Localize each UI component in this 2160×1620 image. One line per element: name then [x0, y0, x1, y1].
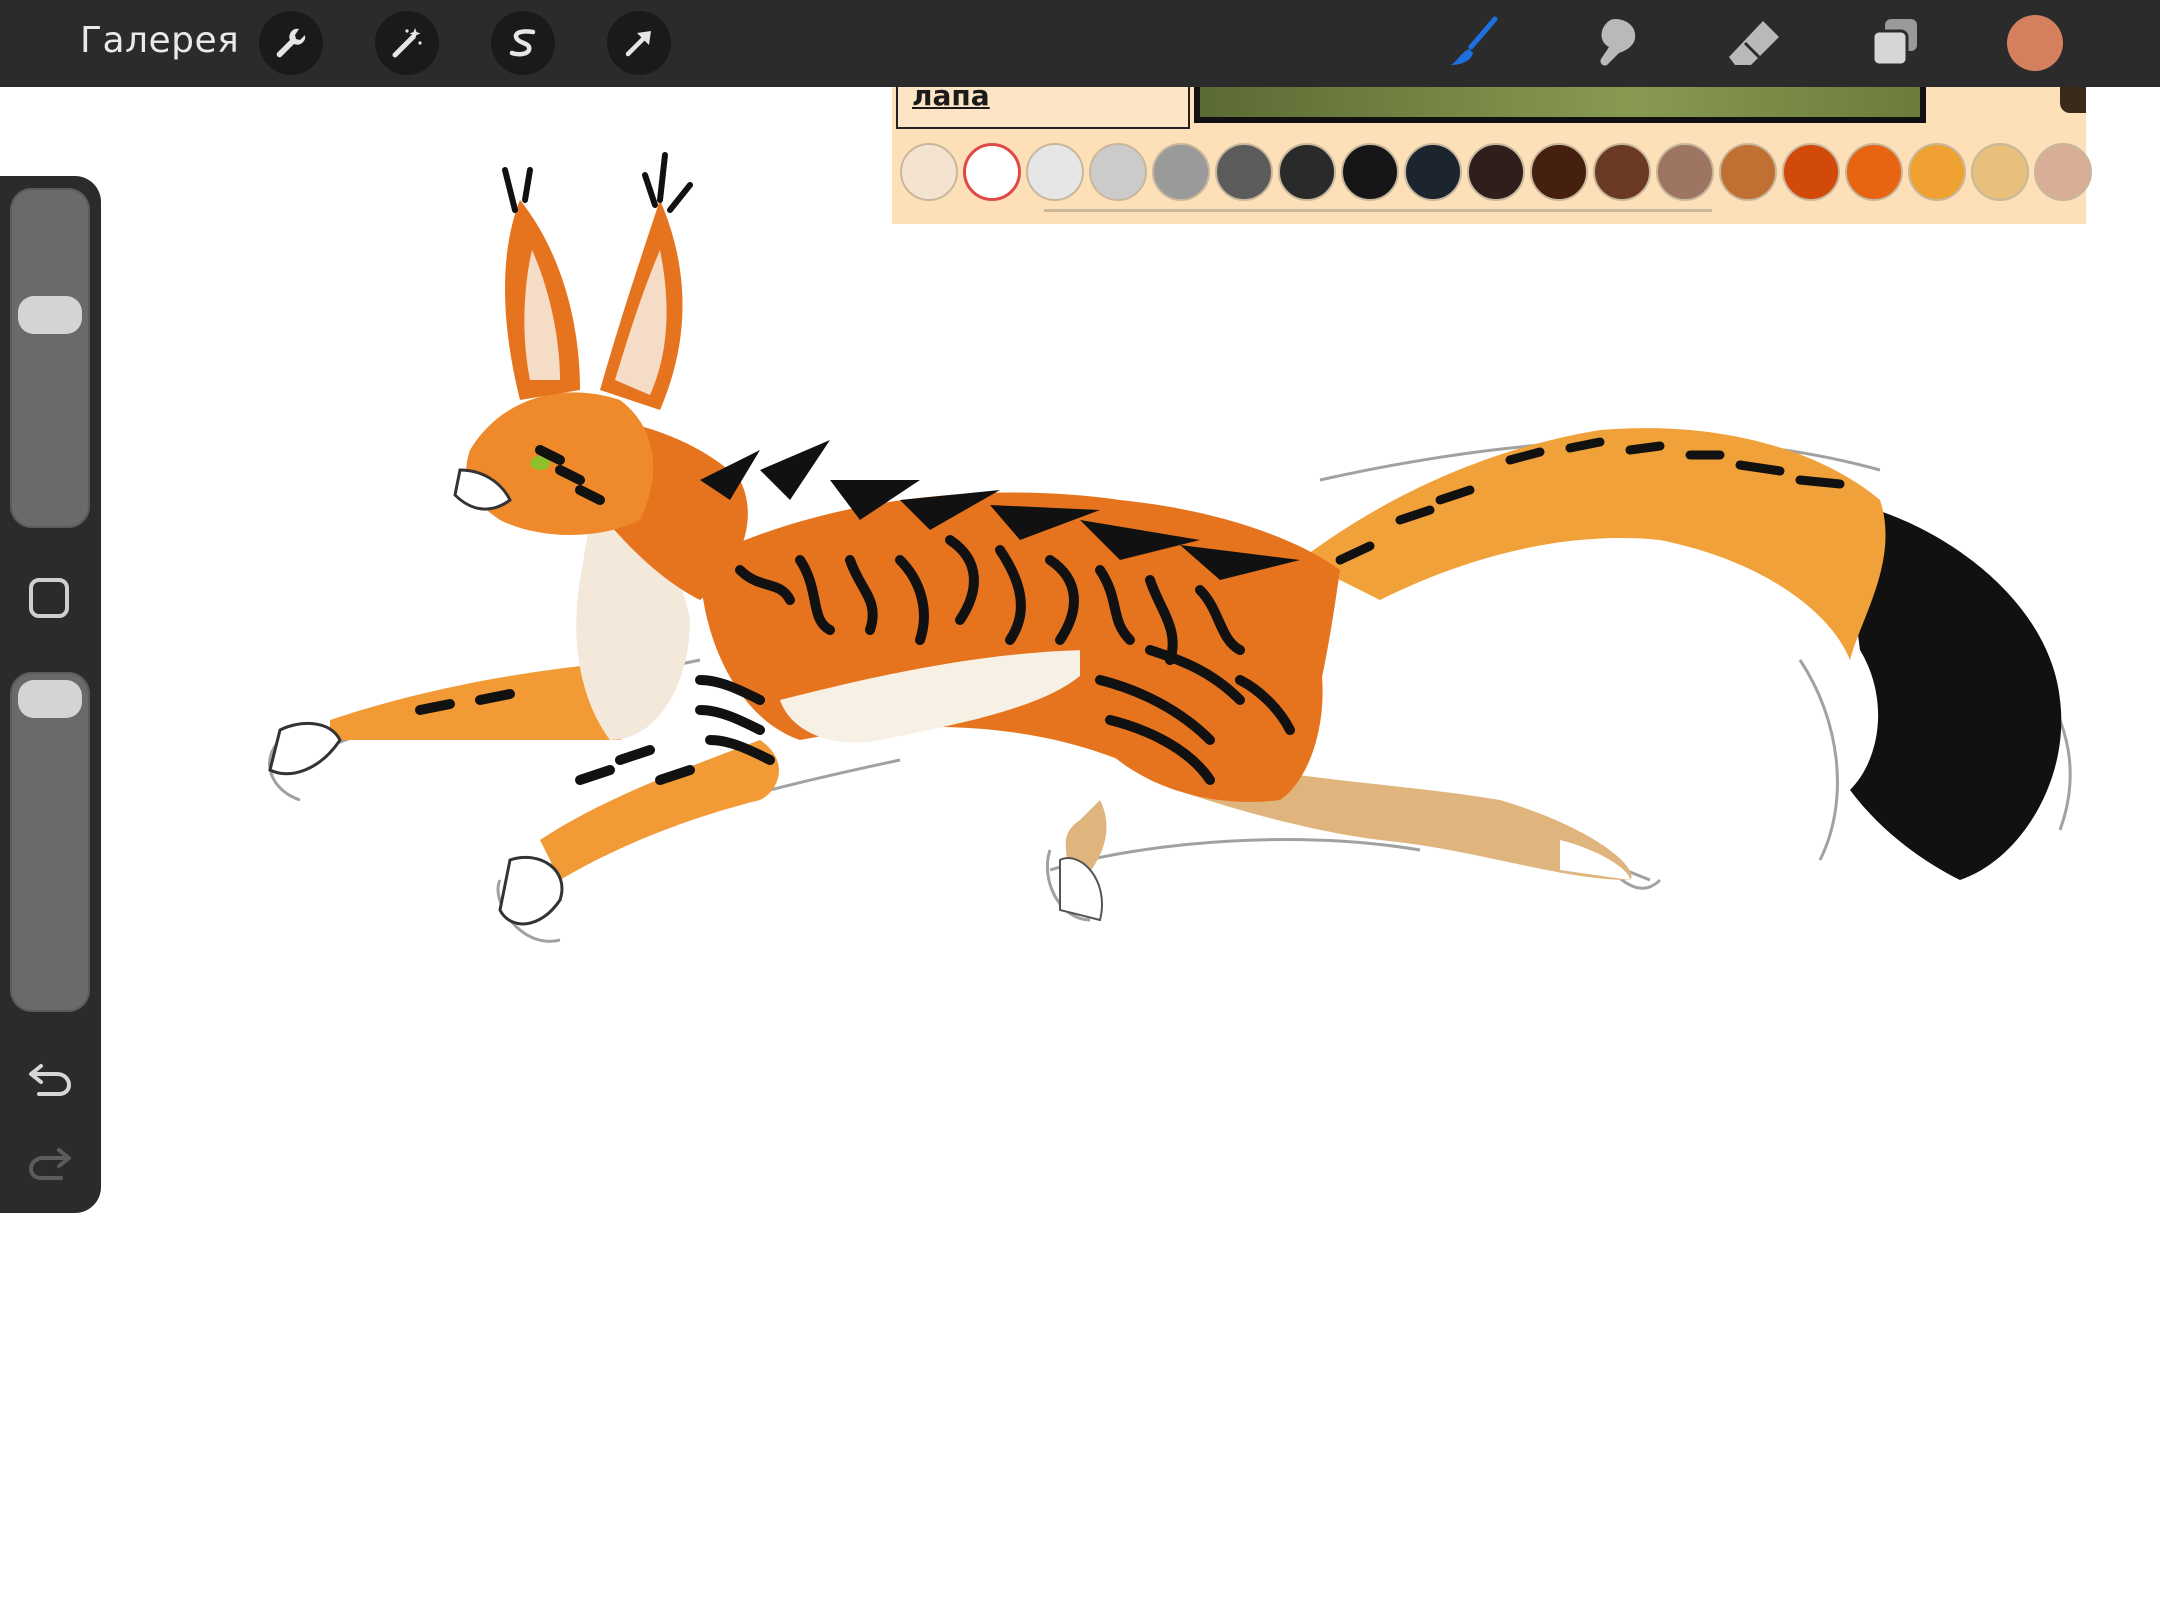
actions-button[interactable] [259, 11, 323, 75]
redo-icon[interactable] [25, 1136, 75, 1186]
layers-icon [1871, 19, 1917, 67]
selection-button[interactable] [491, 11, 555, 75]
adjustments-button[interactable] [375, 11, 439, 75]
magic-wand-icon [392, 28, 422, 58]
top-toolbar: Галерея [0, 0, 2160, 87]
selection-s-icon [509, 29, 536, 57]
eraser-tool[interactable] [1724, 12, 1786, 74]
brush-size-slider[interactable] [10, 188, 90, 528]
canvas-artwork[interactable] [0, 0, 2160, 1620]
eraser-icon [1729, 21, 1779, 65]
brush-tool[interactable] [1444, 12, 1506, 74]
wrench-icon [276, 28, 306, 58]
brush-icon [1451, 16, 1498, 65]
brush-size-handle[interactable] [18, 296, 82, 335]
color-picker-button[interactable] [2007, 15, 2063, 71]
transform-button[interactable] [607, 11, 671, 75]
gallery-button[interactable]: Галерея [80, 20, 239, 61]
opacity-handle[interactable] [18, 680, 82, 718]
undo-icon[interactable] [25, 1052, 75, 1102]
left-sidebar [0, 176, 101, 1213]
opacity-slider[interactable] [10, 672, 90, 1012]
smudge-icon [1600, 19, 1636, 66]
arrow-cursor-icon [625, 31, 651, 57]
layers-tool[interactable] [1864, 12, 1926, 74]
smudge-tool[interactable] [1584, 12, 1646, 74]
square-modifier-icon[interactable] [29, 578, 69, 618]
cat-drawing [268, 152, 2072, 943]
